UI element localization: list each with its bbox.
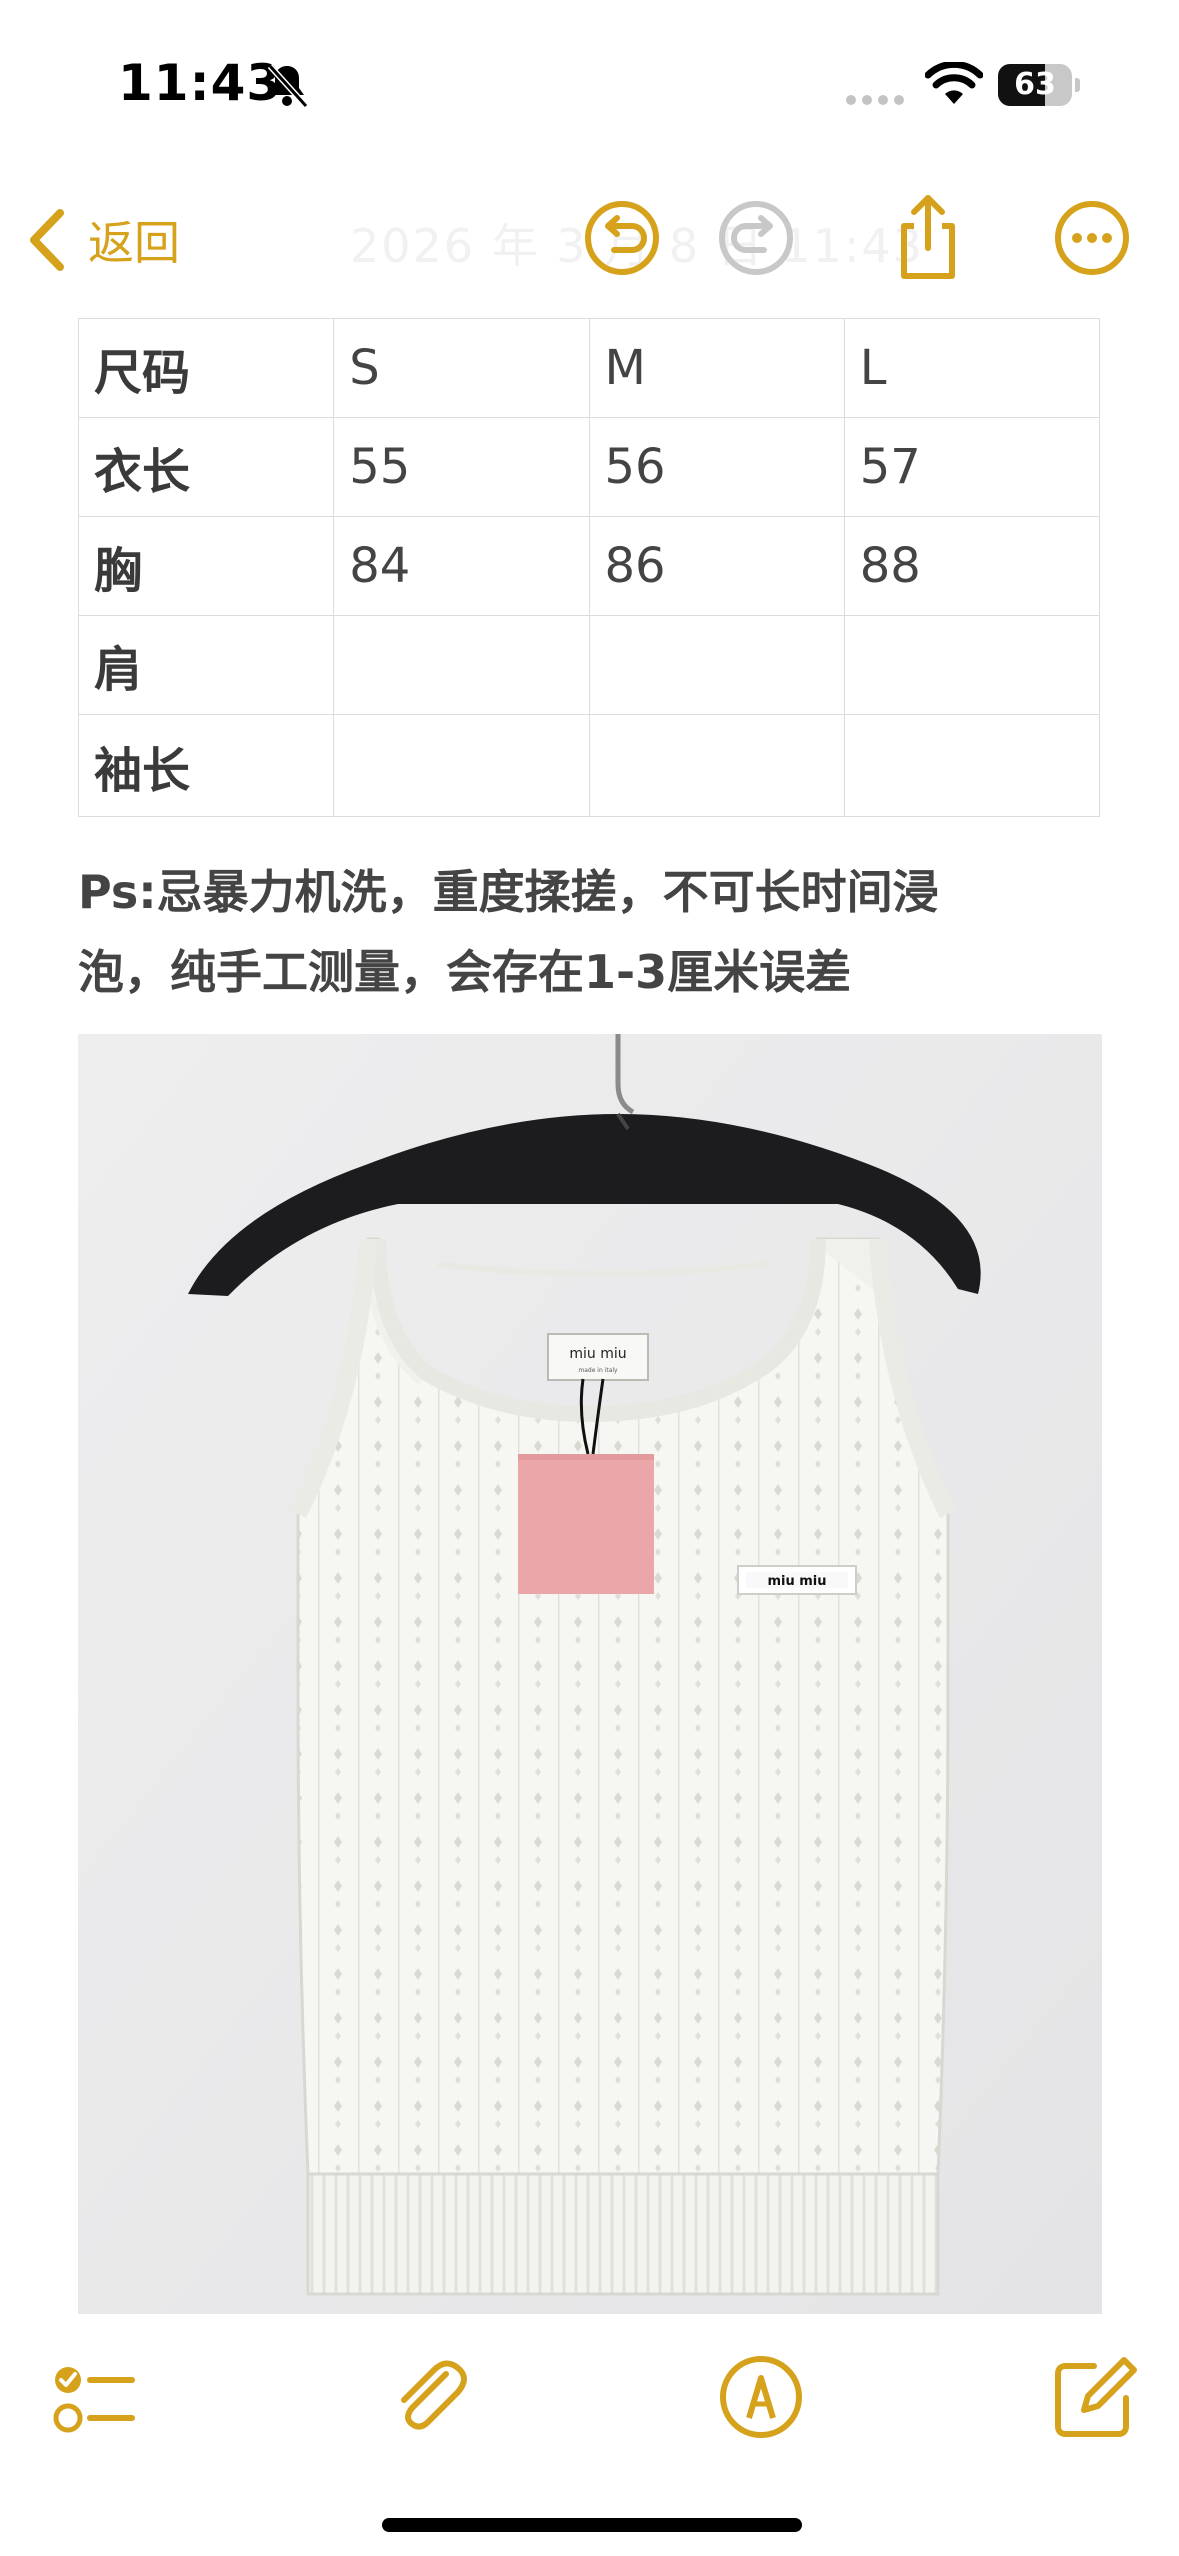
bell-slash-icon [267, 63, 309, 109]
share-icon[interactable] [876, 186, 980, 290]
undo-icon[interactable] [570, 186, 674, 290]
table-row-label[interactable]: 袖长 [77, 714, 335, 817]
table-cell[interactable] [333, 714, 590, 817]
chevron-left-icon [30, 209, 64, 271]
more-icon[interactable] [1040, 186, 1144, 290]
table-row-label[interactable]: 肩 [77, 615, 335, 715]
care-note-line: Ps:忌暴力机洗，重度揉搓，不可长时间浸 [78, 865, 939, 919]
back-label: 返回 [88, 216, 180, 270]
wifi-icon [925, 62, 983, 104]
battery-icon: 63 [998, 64, 1080, 106]
table-header-cell[interactable]: L [843, 318, 1101, 418]
table-header-cell[interactable]: 尺码 [77, 318, 335, 418]
care-note-line: 泡，纯手工测量，会存在1-3厘米误差 [78, 945, 852, 999]
care-note[interactable]: Ps:忌暴力机洗，重度揉搓，不可长时间浸 泡，纯手工测量，会存在1-3厘米误差 [78, 852, 1108, 1012]
table-row: 胸 84 86 88 [77, 516, 1101, 616]
back-button[interactable]: 返回 [22, 192, 180, 288]
nav-bar: 返回 2026 年 3 月 8 日 11:43 [0, 170, 1179, 310]
home-indicator[interactable] [382, 2518, 802, 2532]
status-time: 11:43 [118, 54, 283, 112]
table-row-label[interactable]: 胸 [77, 516, 335, 616]
table-cell[interactable] [843, 714, 1101, 817]
table-row-label[interactable]: 衣长 [77, 417, 335, 517]
status-bar: 11:43 63 [0, 0, 1179, 170]
size-table: 尺码 S M L 衣长 55 56 57 胸 84 86 88 肩 袖长 [77, 318, 1101, 817]
table-cell[interactable]: 57 [843, 417, 1101, 517]
signal-dots-icon [846, 95, 904, 105]
product-photo[interactable]: miu miu made in italy miu miu [78, 1034, 1102, 2314]
table-cell[interactable] [333, 615, 590, 715]
tank-top-image: miu miu made in italy miu miu [78, 1034, 1102, 2314]
neck-label-subtext: made in italy [578, 1367, 618, 1374]
table-cell[interactable] [588, 714, 845, 817]
table-row: 袖长 [77, 714, 1101, 817]
table-cell[interactable]: 55 [333, 417, 590, 517]
table-cell[interactable]: 86 [588, 516, 845, 616]
table-cell[interactable]: 56 [588, 417, 845, 517]
markup-icon[interactable] [716, 2352, 806, 2442]
table-row: 肩 [77, 615, 1101, 715]
table-cell[interactable] [588, 615, 845, 715]
table-header-cell[interactable]: S [333, 318, 590, 418]
table-header-row: 尺码 S M L [77, 318, 1101, 418]
table-cell[interactable]: 88 [843, 516, 1101, 616]
battery-percent: 63 [1014, 67, 1056, 102]
paperclip-icon[interactable] [384, 2352, 474, 2442]
table-header-cell[interactable]: M [588, 318, 845, 418]
table-cell[interactable]: 84 [333, 516, 590, 616]
table-row: 衣长 55 56 57 [77, 417, 1101, 517]
compose-icon[interactable] [1050, 2352, 1140, 2442]
neck-label-text: miu miu [569, 1346, 626, 1362]
redo-icon[interactable] [704, 186, 808, 290]
table-cell[interactable] [843, 615, 1101, 715]
chest-label-text: miu miu [767, 1574, 826, 1589]
checklist-icon[interactable] [48, 2352, 138, 2442]
